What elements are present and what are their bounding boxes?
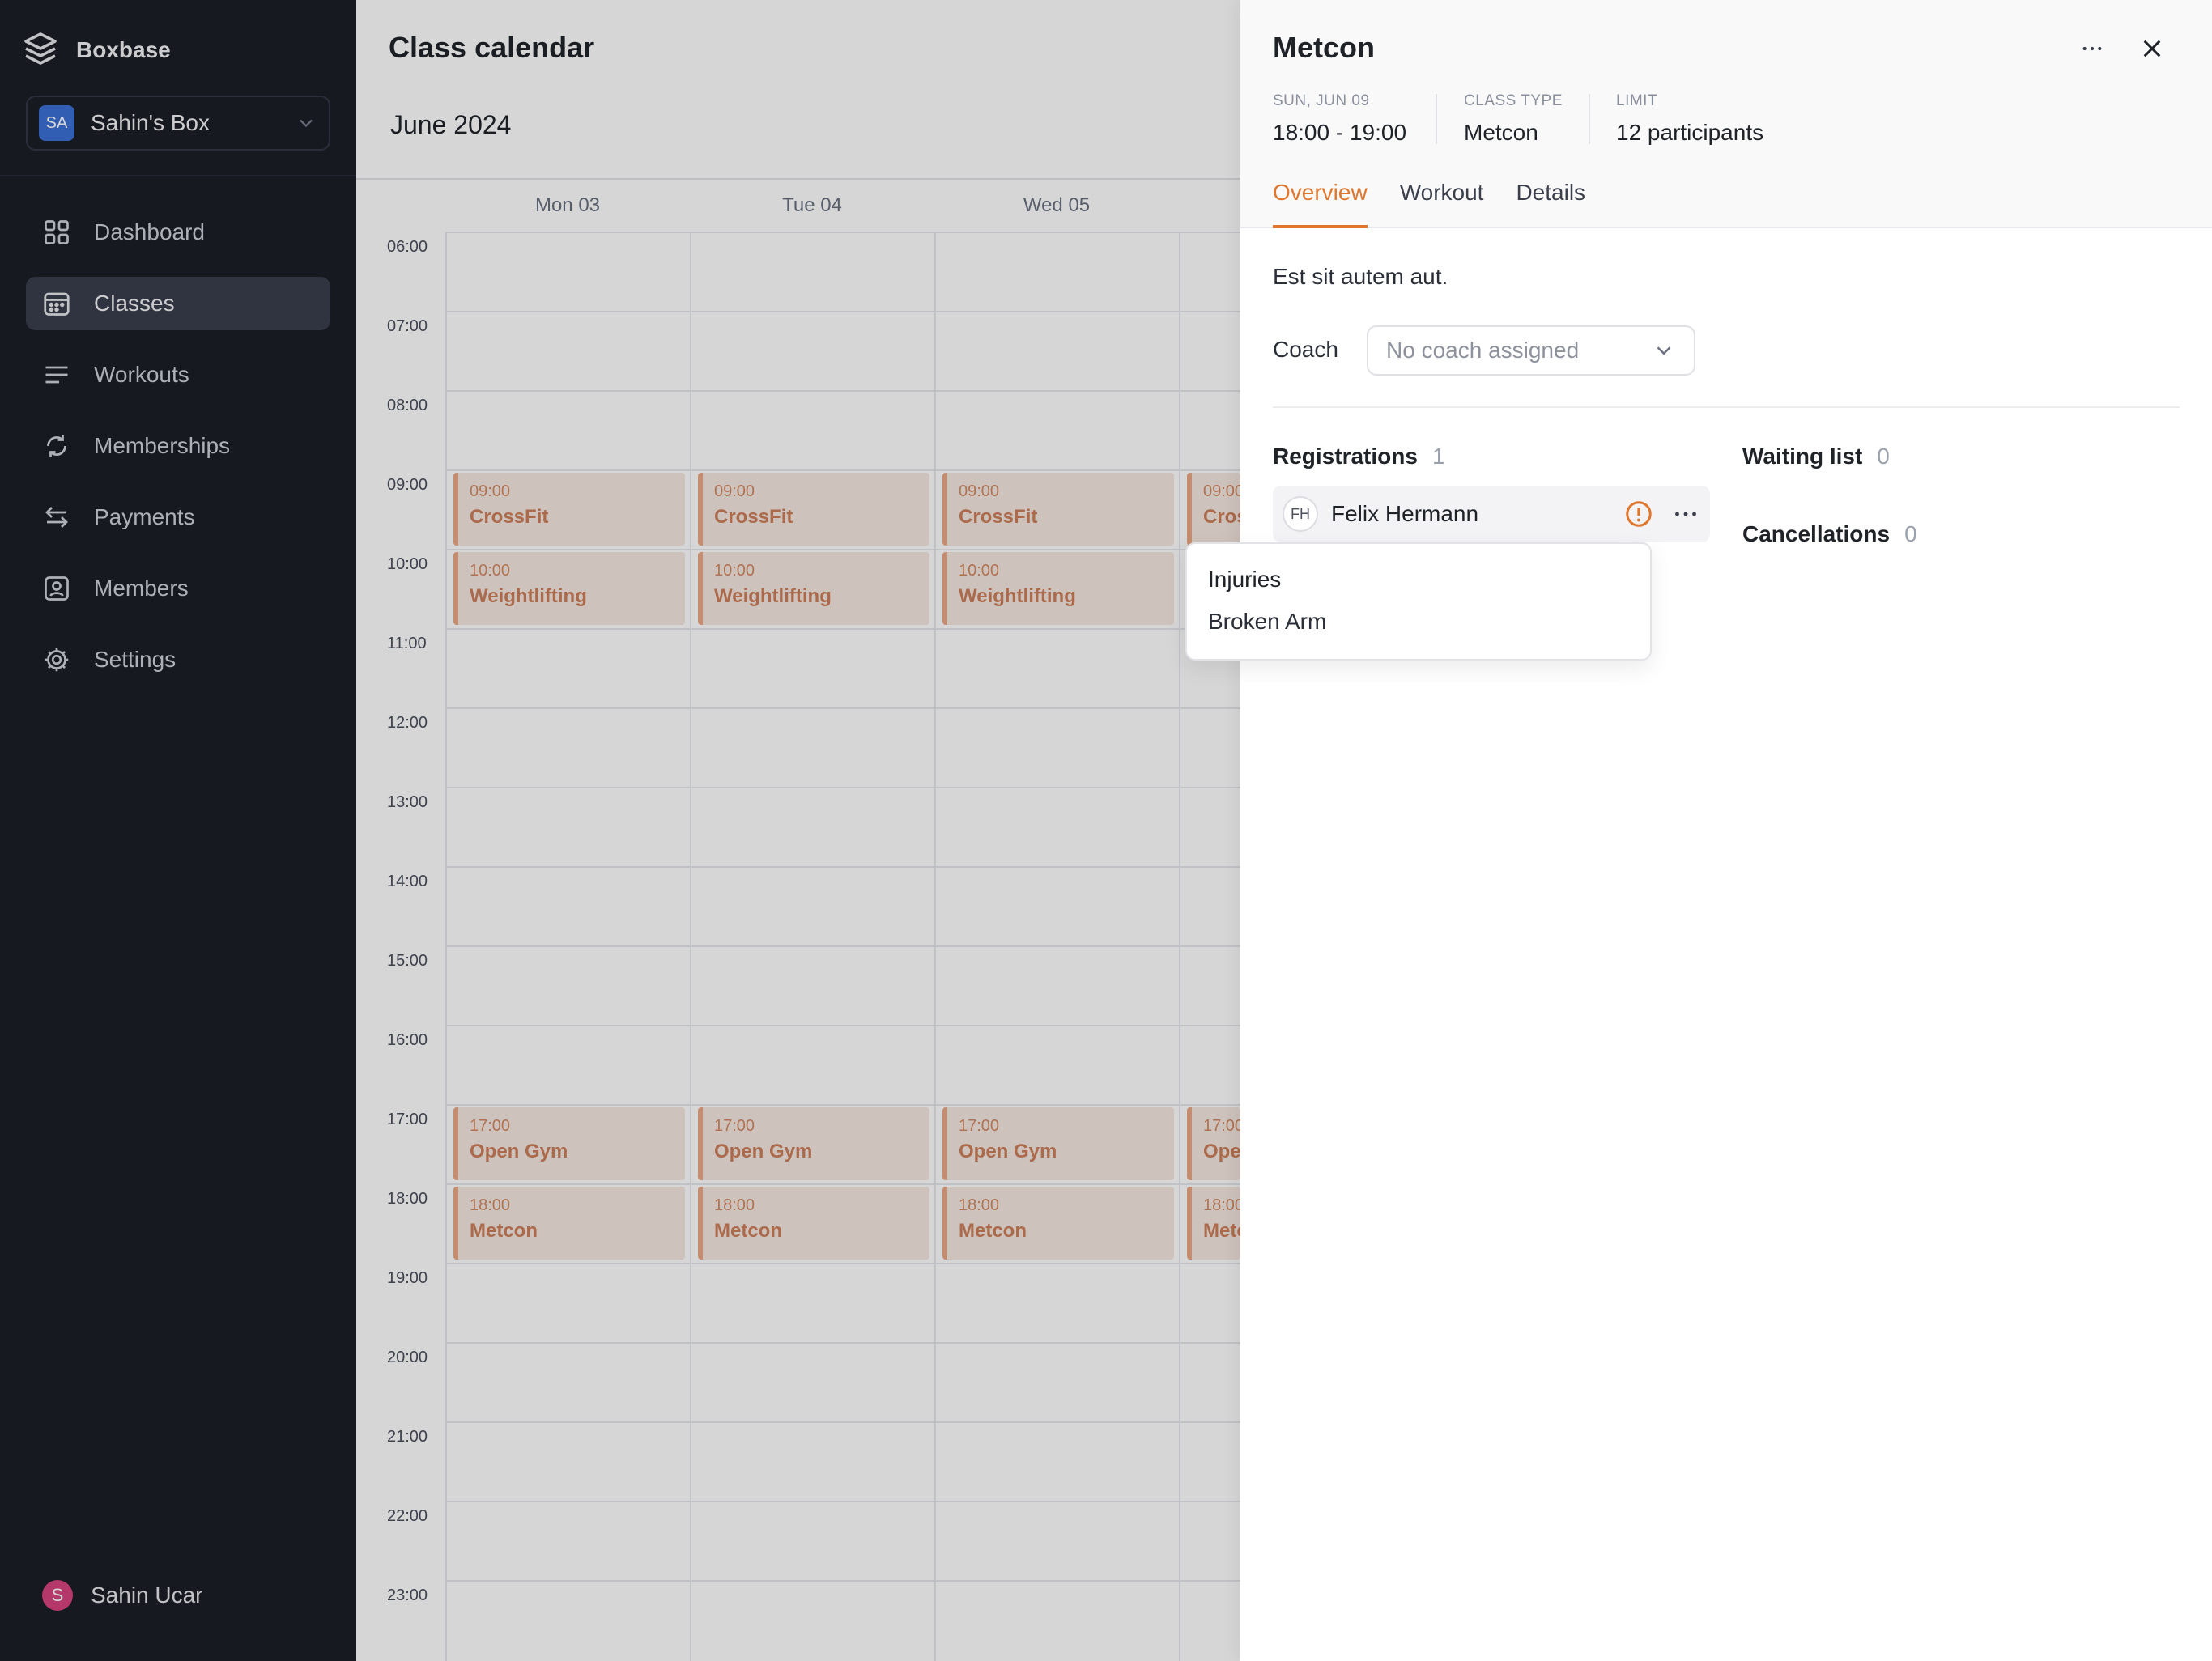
popover-title: Injuries xyxy=(1208,567,1282,592)
tab-workout[interactable]: Workout xyxy=(1400,180,1484,228)
panel-header: Metcon SUN, JUN 09 18:00 - 19:00 CLASS T… xyxy=(1240,0,2212,228)
meta-date: SUN, JUN 09 18:00 - 19:00 xyxy=(1273,92,1406,146)
chevron-down-icon xyxy=(1657,346,1671,355)
more-options-button[interactable] xyxy=(2074,31,2110,66)
cancellations-heading: Cancellations 0 xyxy=(1742,521,1917,547)
panel-title: Metcon xyxy=(1273,31,1375,64)
meta-class-type-value: Metcon xyxy=(1464,120,1538,145)
modal-backdrop[interactable] xyxy=(0,0,1240,1661)
avatar: FH xyxy=(1283,496,1318,532)
close-icon xyxy=(2143,40,2161,57)
class-detail-panel: Metcon SUN, JUN 09 18:00 - 19:00 CLASS T… xyxy=(1240,0,2212,1661)
registrations-count: 1 xyxy=(1431,444,1445,469)
coach-label: Coach xyxy=(1273,337,1338,362)
panel-divider xyxy=(1273,406,2180,408)
registration-row[interactable]: FH Felix Hermann xyxy=(1273,486,1710,542)
tab-overview[interactable]: Overview xyxy=(1273,180,1368,228)
meta-separator xyxy=(1589,94,1590,144)
injuries-popover: Injuries Broken Arm xyxy=(1185,542,1652,661)
coach-select[interactable]: No coach assigned xyxy=(1367,325,1695,376)
meta-class-type-label: CLASS TYPE xyxy=(1464,92,1563,109)
cancellations-label: Cancellations xyxy=(1742,521,1891,546)
meta-date-value: 18:00 - 19:00 xyxy=(1273,120,1407,145)
meta-limit: LIMIT 12 participants xyxy=(1616,92,1763,146)
meta-separator xyxy=(1436,94,1437,144)
ellipsis-icon xyxy=(2082,46,2102,51)
injury-item: Broken Arm xyxy=(1208,609,1327,634)
ellipsis-icon[interactable] xyxy=(1671,499,1700,529)
meta-limit-value: 12 participants xyxy=(1616,120,1764,145)
registrations-label: Registrations xyxy=(1273,444,1418,469)
registrations-heading: Registrations 1 xyxy=(1273,444,1445,469)
waiting-list-count: 0 xyxy=(1877,444,1890,469)
meta-limit-label: LIMIT xyxy=(1616,92,1658,109)
meta-class-type: CLASS TYPE Metcon xyxy=(1464,92,1563,146)
meta-date-label: SUN, JUN 09 xyxy=(1273,92,1370,109)
class-description: Est sit autem aut. xyxy=(1273,264,1448,289)
waiting-list-heading: Waiting list 0 xyxy=(1742,444,1890,469)
tab-details[interactable]: Details xyxy=(1516,180,1585,228)
panel-tabs: Overview Workout Details xyxy=(1273,180,1618,228)
waiting-list-label: Waiting list xyxy=(1742,444,1863,469)
alert-circle-icon[interactable] xyxy=(1624,499,1653,529)
coach-select-placeholder: No coach assigned xyxy=(1386,338,1580,363)
cancellations-count: 0 xyxy=(1904,521,1917,546)
close-button[interactable] xyxy=(2134,31,2170,66)
registrant-name: Felix Hermann xyxy=(1331,501,1479,526)
